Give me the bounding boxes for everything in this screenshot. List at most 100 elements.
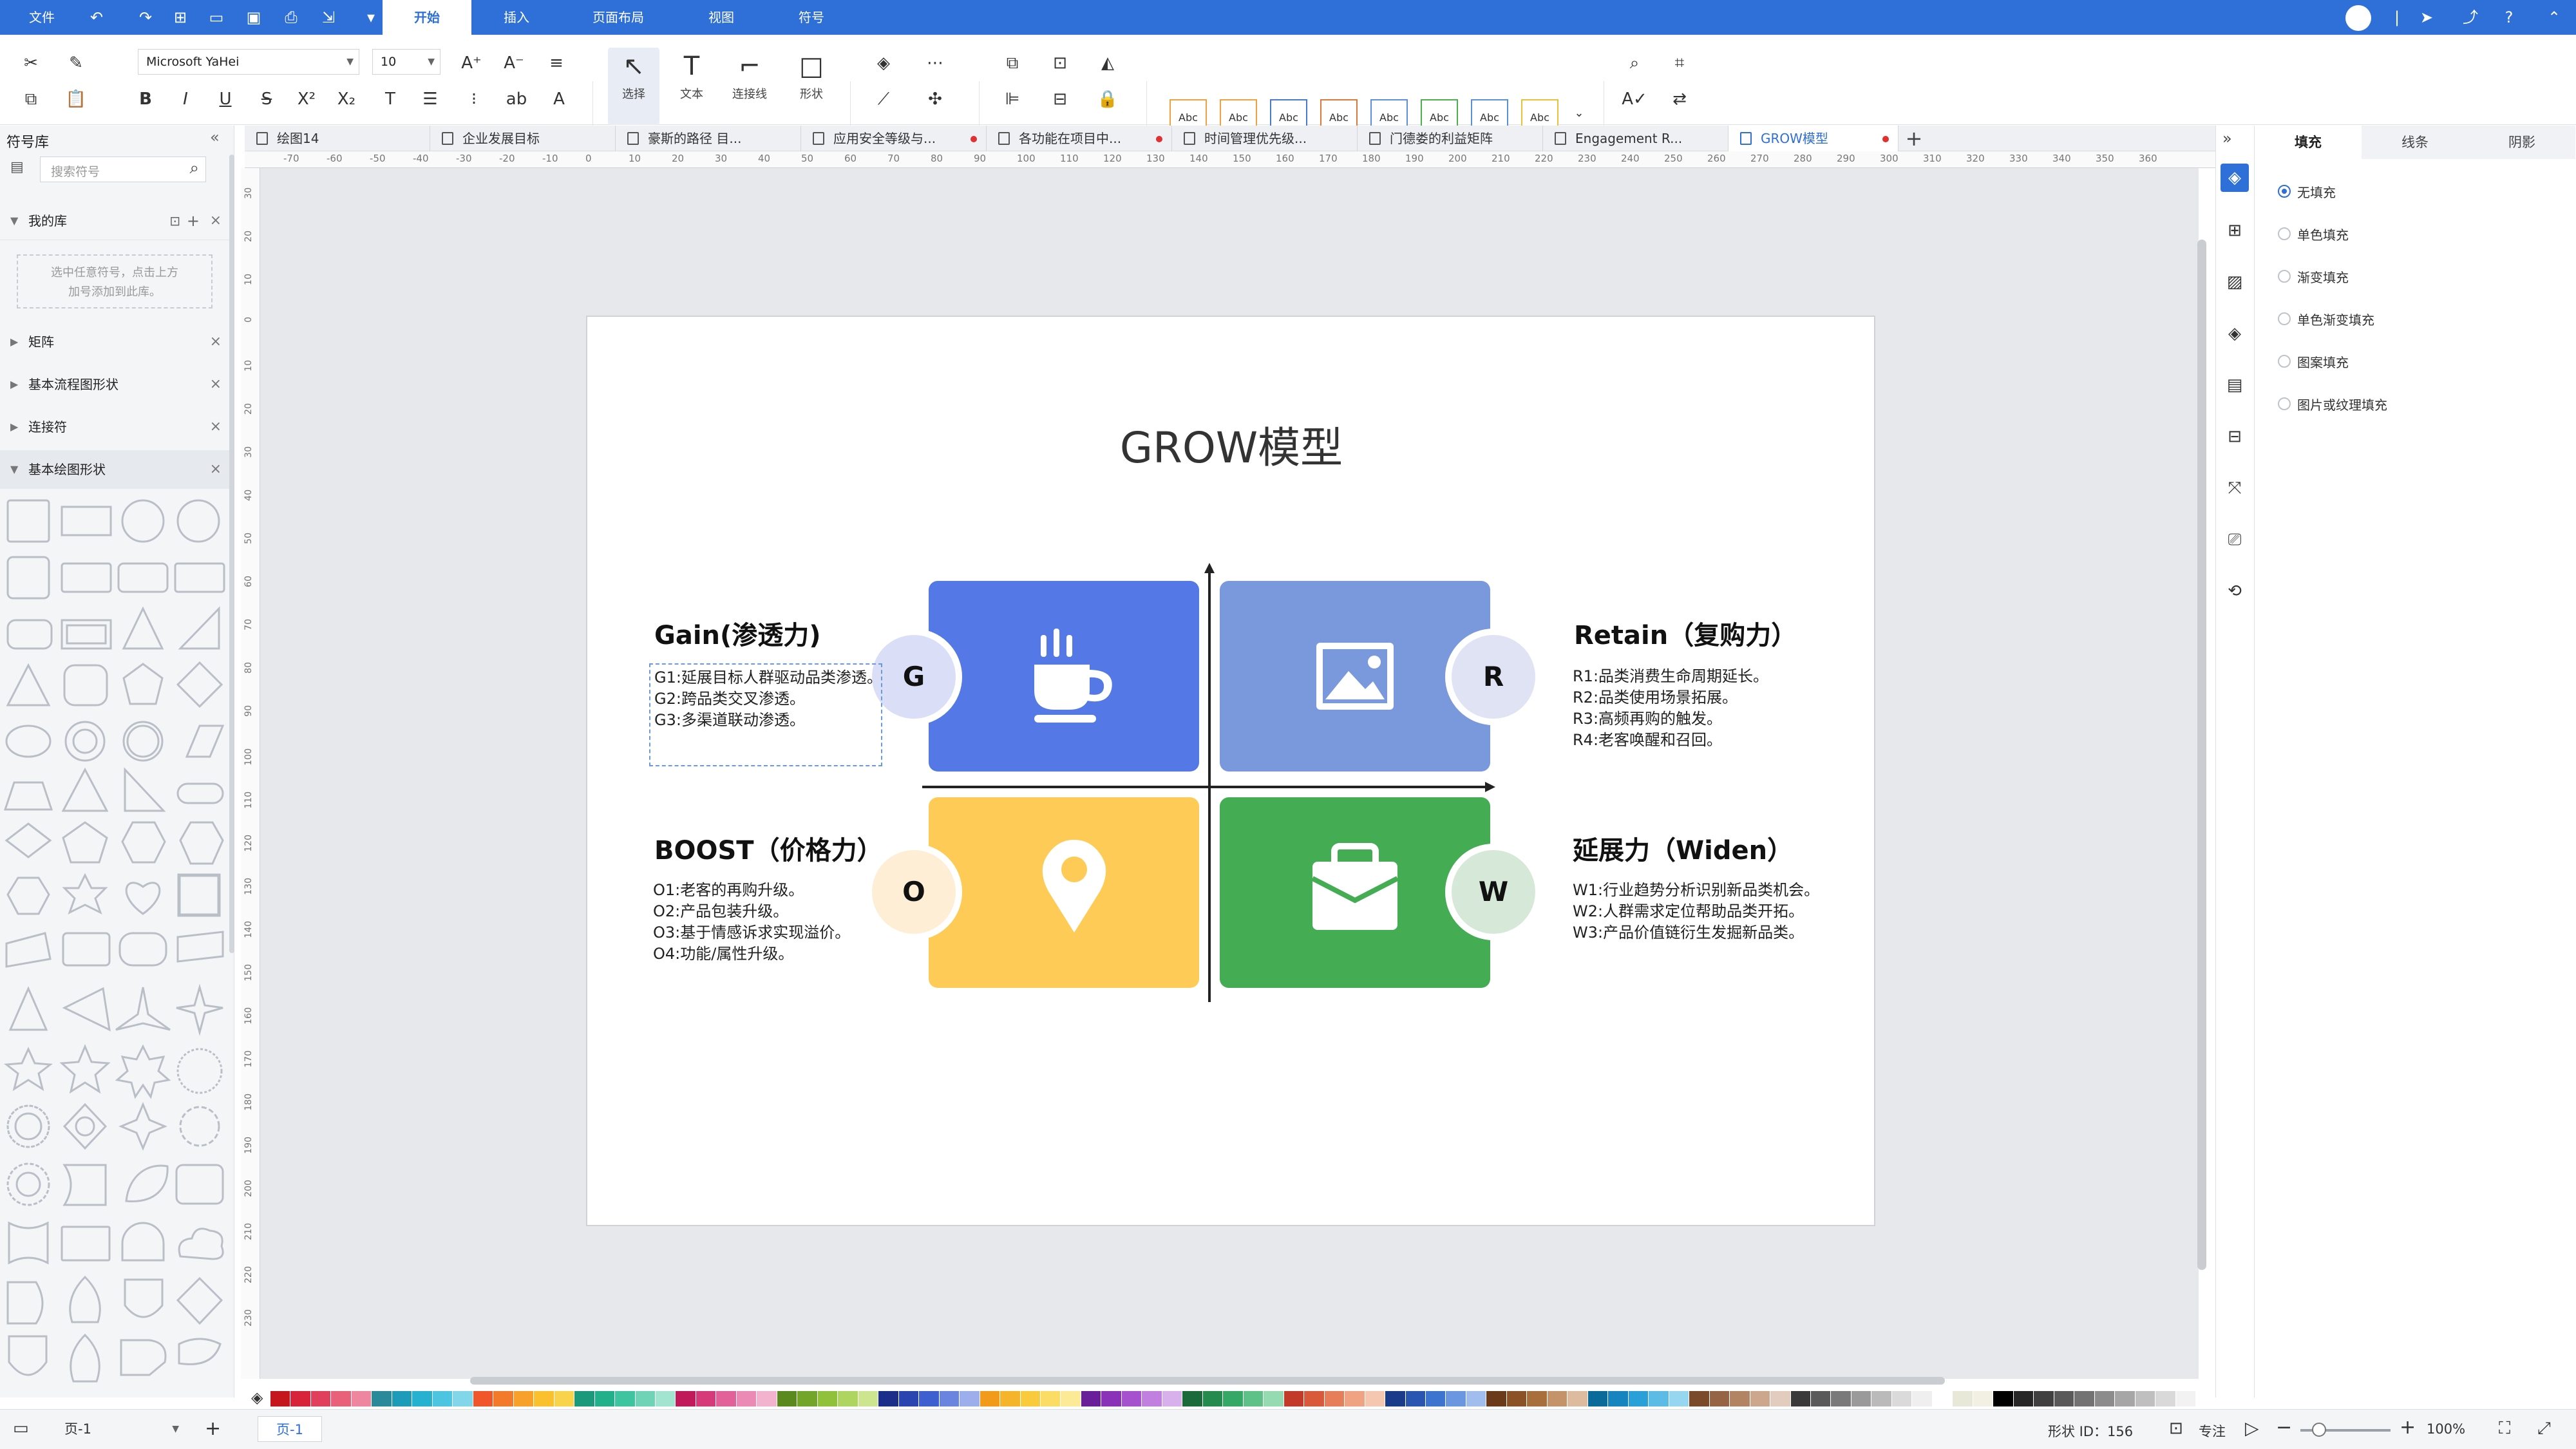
open-folder-icon[interactable]: ▭ bbox=[206, 7, 227, 28]
paste-icon[interactable]: 📋 bbox=[62, 85, 90, 113]
palette-swatch[interactable] bbox=[898, 1391, 919, 1406]
palette-swatch[interactable] bbox=[1365, 1391, 1385, 1406]
boost-description[interactable]: O1:老客的再购升级。 O2:产品包装升级。 O3:基于情感诉求实现溢价。 O4… bbox=[653, 880, 850, 965]
underline-icon[interactable]: U bbox=[211, 85, 240, 113]
widen-letter-circle[interactable]: W bbox=[1445, 844, 1542, 940]
palette-swatch[interactable] bbox=[1081, 1391, 1101, 1406]
palette-swatch[interactable] bbox=[1223, 1391, 1243, 1406]
arrange-icon[interactable]: ⧉ bbox=[998, 49, 1027, 77]
font-family-select[interactable]: Microsoft YaHei ▼ bbox=[138, 49, 359, 75]
save-icon[interactable]: ▣ bbox=[243, 7, 264, 28]
close-icon[interactable]: × bbox=[210, 323, 222, 361]
palette-swatch[interactable] bbox=[2074, 1391, 2094, 1406]
palette-swatch[interactable] bbox=[919, 1391, 939, 1406]
palette-swatch[interactable] bbox=[1669, 1391, 1689, 1406]
fill-panel-icon[interactable]: ◈ bbox=[2221, 164, 2249, 192]
palette-swatch[interactable] bbox=[1345, 1391, 1365, 1406]
widen-description[interactable]: W1:行业趋势分析识别新品类机会。 W2:人群需求定位帮助品类开拓。 W3:产品… bbox=[1573, 880, 1819, 943]
redo-icon[interactable]: ↷ bbox=[135, 7, 156, 28]
palette-swatch[interactable] bbox=[1891, 1391, 1912, 1406]
palette-swatch[interactable] bbox=[1811, 1391, 1831, 1406]
palette-swatch[interactable] bbox=[574, 1391, 594, 1406]
presentation-panel-icon[interactable]: ⎚ bbox=[2221, 526, 2249, 554]
bullet-list-icon[interactable]: ⁝ bbox=[460, 85, 488, 113]
document-tab[interactable]: GROW模型 bbox=[1728, 126, 1899, 151]
page-selector[interactable]: 页-1 ▼ bbox=[58, 1416, 184, 1442]
align-icon[interactable]: ≡ bbox=[542, 49, 571, 77]
quadrant-boost-box[interactable] bbox=[929, 797, 1199, 988]
palette-swatch[interactable] bbox=[1385, 1391, 1405, 1406]
fullscreen-icon[interactable]: ⤢ bbox=[2537, 1419, 2551, 1439]
tab-symbols[interactable]: 符号 bbox=[779, 0, 844, 35]
palette-swatch[interactable] bbox=[1264, 1391, 1283, 1406]
palette-swatch[interactable] bbox=[2175, 1391, 2195, 1406]
retain-title[interactable]: Retain（复购力） bbox=[1574, 614, 1797, 652]
palette-swatch[interactable] bbox=[1851, 1391, 1871, 1406]
palette-swatch[interactable] bbox=[1243, 1391, 1264, 1406]
palette-swatch[interactable] bbox=[534, 1391, 554, 1406]
palette-swatch[interactable] bbox=[2155, 1391, 2175, 1406]
palette-swatch[interactable] bbox=[1709, 1391, 1730, 1406]
palette-swatch[interactable] bbox=[1912, 1391, 1932, 1406]
palette-swatch[interactable] bbox=[1101, 1391, 1121, 1406]
palette-swatch[interactable] bbox=[2054, 1391, 2074, 1406]
fill-option-label[interactable]: 单色渐变填充 bbox=[2297, 310, 2374, 328]
palette-swatch[interactable] bbox=[1547, 1391, 1567, 1406]
palette-swatch[interactable] bbox=[1689, 1391, 1709, 1406]
decrease-font-icon[interactable]: A⁻ bbox=[500, 49, 528, 77]
increase-font-icon[interactable]: A⁺ bbox=[457, 49, 486, 77]
palette-swatch[interactable] bbox=[1567, 1391, 1587, 1406]
page-view-icon[interactable]: ▭ bbox=[13, 1419, 29, 1438]
palette-swatch[interactable] bbox=[696, 1391, 716, 1406]
palette-swatch[interactable] bbox=[1405, 1391, 1425, 1406]
palette-swatch[interactable] bbox=[1750, 1391, 1770, 1406]
document-tab[interactable]: 豪斯的路径 目... bbox=[616, 126, 801, 151]
palette-swatch[interactable] bbox=[1466, 1391, 1486, 1406]
fill-option-radio[interactable] bbox=[2278, 270, 2291, 283]
palette-swatch[interactable] bbox=[858, 1391, 878, 1406]
import-icon[interactable]: ⊡ bbox=[169, 202, 180, 240]
my-library-header[interactable]: ▼ 我的库 ⊡ + × bbox=[0, 202, 234, 240]
palette-swatch[interactable] bbox=[1426, 1391, 1446, 1406]
lock-icon[interactable]: 🔒 bbox=[1094, 85, 1122, 113]
tab-shadow[interactable]: 阴影 bbox=[2468, 126, 2575, 159]
drawing-page[interactable]: GROW模型 G R O W Gain(渗透力) G1:延展目标人群驱动品类渗透… bbox=[586, 316, 1875, 1226]
palette-swatch[interactable] bbox=[1446, 1391, 1466, 1406]
subscript-icon[interactable]: X₂ bbox=[332, 85, 361, 113]
close-icon[interactable]: × bbox=[210, 408, 222, 446]
palette-swatch[interactable] bbox=[797, 1391, 817, 1406]
flip-icon[interactable]: ◭ bbox=[1094, 49, 1122, 77]
canvas-vertical-scrollbar[interactable] bbox=[2197, 240, 2206, 1270]
play-icon[interactable]: ▷ bbox=[2245, 1417, 2259, 1439]
palette-swatch[interactable] bbox=[1486, 1391, 1506, 1406]
collapse-panel-icon[interactable]: « bbox=[210, 128, 220, 146]
group-icon[interactable]: ⊡ bbox=[1046, 49, 1074, 77]
text-highlight-icon[interactable]: ab bbox=[502, 85, 531, 113]
library-section-connectors[interactable]: ▶ 连接符 × bbox=[0, 408, 234, 446]
palette-swatch[interactable] bbox=[1527, 1391, 1547, 1406]
tab-view[interactable]: 视图 bbox=[689, 0, 753, 35]
find-replace-icon[interactable]: ⌕ bbox=[1620, 49, 1649, 77]
tab-page-layout[interactable]: 页面布局 bbox=[580, 0, 657, 35]
palette-swatch[interactable] bbox=[1730, 1391, 1750, 1406]
palette-swatch[interactable] bbox=[1061, 1391, 1081, 1406]
palette-swatch[interactable] bbox=[1182, 1391, 1202, 1406]
effects-icon[interactable]: ✣ bbox=[921, 85, 949, 113]
history-panel-icon[interactable]: ⟲ bbox=[2221, 577, 2249, 605]
zoom-level[interactable]: 100% bbox=[2427, 1421, 2465, 1437]
palette-swatch[interactable] bbox=[2115, 1391, 2135, 1406]
palette-swatch[interactable] bbox=[1041, 1391, 1061, 1406]
close-icon[interactable]: × bbox=[210, 202, 222, 240]
text-format-icon[interactable]: T bbox=[376, 85, 404, 113]
collapse-ribbon-icon[interactable]: ⌃ bbox=[2544, 7, 2564, 28]
fill-color-icon[interactable]: ◈ bbox=[869, 49, 898, 77]
select-tool-button[interactable]: ↖ 选择 bbox=[608, 48, 659, 125]
palette-swatch[interactable] bbox=[310, 1391, 331, 1406]
close-icon[interactable]: × bbox=[210, 450, 222, 489]
palette-swatch[interactable] bbox=[1142, 1391, 1162, 1406]
palette-swatch[interactable] bbox=[2135, 1391, 2155, 1406]
document-tab[interactable]: 企业发展目标 bbox=[430, 126, 616, 151]
fill-option-label[interactable]: 单色填充 bbox=[2297, 225, 2349, 243]
page-panel-icon[interactable]: ▤ bbox=[2221, 371, 2249, 399]
palette-swatch[interactable] bbox=[351, 1391, 372, 1406]
